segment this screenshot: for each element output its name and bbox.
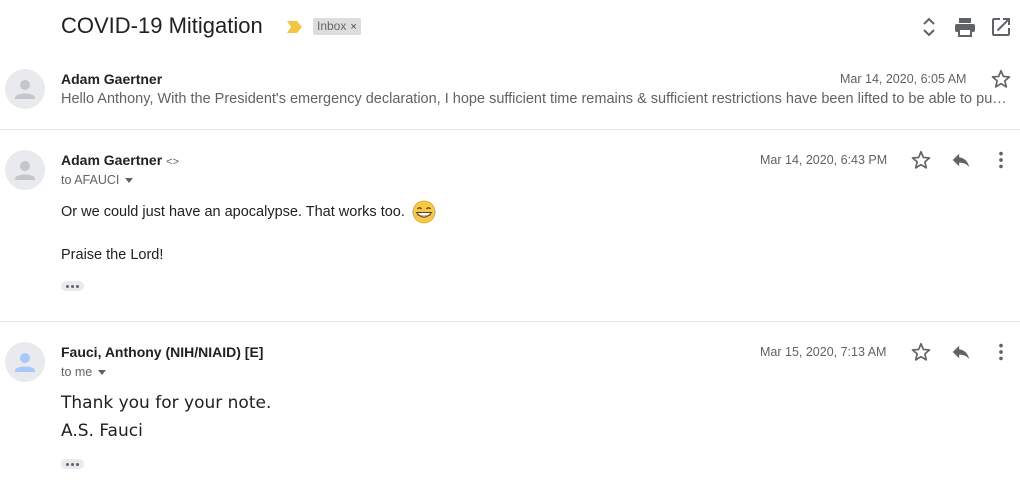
avatar (5, 342, 45, 382)
message-2-sender-name: Adam Gaertner (61, 152, 163, 168)
importance-marker-icon[interactable] (286, 20, 303, 34)
inbox-label-text: Inbox (317, 19, 347, 33)
default-avatar-icon (15, 353, 35, 372)
show-trimmed-content-button[interactable] (61, 281, 84, 291)
expand-collapse-icon[interactable] (917, 15, 941, 39)
thread-subject: COVID-19 Mitigation (61, 13, 263, 38)
reply-icon[interactable] (950, 149, 972, 171)
avatar (5, 150, 45, 190)
message-3-body-line-1: Thank you for your note. (61, 393, 272, 413)
more-vertical-icon[interactable] (990, 341, 1012, 363)
show-details-chevron-down-icon[interactable] (98, 370, 107, 376)
open-in-new-window-icon[interactable] (989, 15, 1013, 39)
recipients-text: to AFAUCI (61, 173, 120, 187)
show-details-chevron-down-icon[interactable] (125, 178, 134, 184)
recipients-text: to me (61, 365, 93, 379)
sender-email-hint: <> (166, 156, 180, 168)
message-2-body-text: Or we could just have an apocalypse. Tha… (61, 203, 405, 220)
default-avatar-icon (15, 161, 35, 180)
avatar (5, 69, 45, 109)
show-trimmed-content-button[interactable] (61, 459, 84, 469)
message-1-sender[interactable]: Adam Gaertner (61, 71, 162, 87)
message-3-sender[interactable]: Fauci, Anthony (NIH/NIAID) [E] (61, 344, 263, 360)
message-2-recipients[interactable]: to AFAUCI (61, 173, 134, 187)
message-3-body-line-2: A.S. Fauci (61, 421, 143, 441)
default-avatar-icon (15, 80, 35, 99)
message-divider (0, 321, 1020, 322)
message-divider (0, 129, 1020, 130)
message-2-body-line-1: Or we could just have an apocalypse. Tha… (61, 200, 437, 224)
message-3-date: Mar 15, 2020, 7:13 AM (760, 345, 887, 359)
star-outline-icon[interactable] (990, 68, 1012, 90)
more-vertical-icon[interactable] (990, 149, 1012, 171)
message-1-date: Mar 14, 2020, 6:05 AM (840, 72, 967, 86)
message-3-recipients[interactable]: to me (61, 365, 107, 379)
remove-label-icon[interactable]: × (350, 21, 356, 33)
star-outline-icon[interactable] (910, 341, 932, 363)
message-2-date: Mar 14, 2020, 6:43 PM (760, 153, 888, 167)
star-outline-icon[interactable] (910, 149, 932, 171)
message-1-snippet[interactable]: Hello Anthony, With the President's emer… (61, 91, 1011, 107)
message-2-sender[interactable]: Adam Gaertner <> (61, 152, 179, 168)
grinning-tears-emoji-icon (412, 200, 436, 224)
print-icon[interactable] (953, 15, 977, 39)
inbox-label-chip: Inbox × (313, 18, 361, 35)
reply-icon[interactable] (950, 341, 972, 363)
message-2-body-line-2: Praise the Lord! (61, 247, 164, 263)
